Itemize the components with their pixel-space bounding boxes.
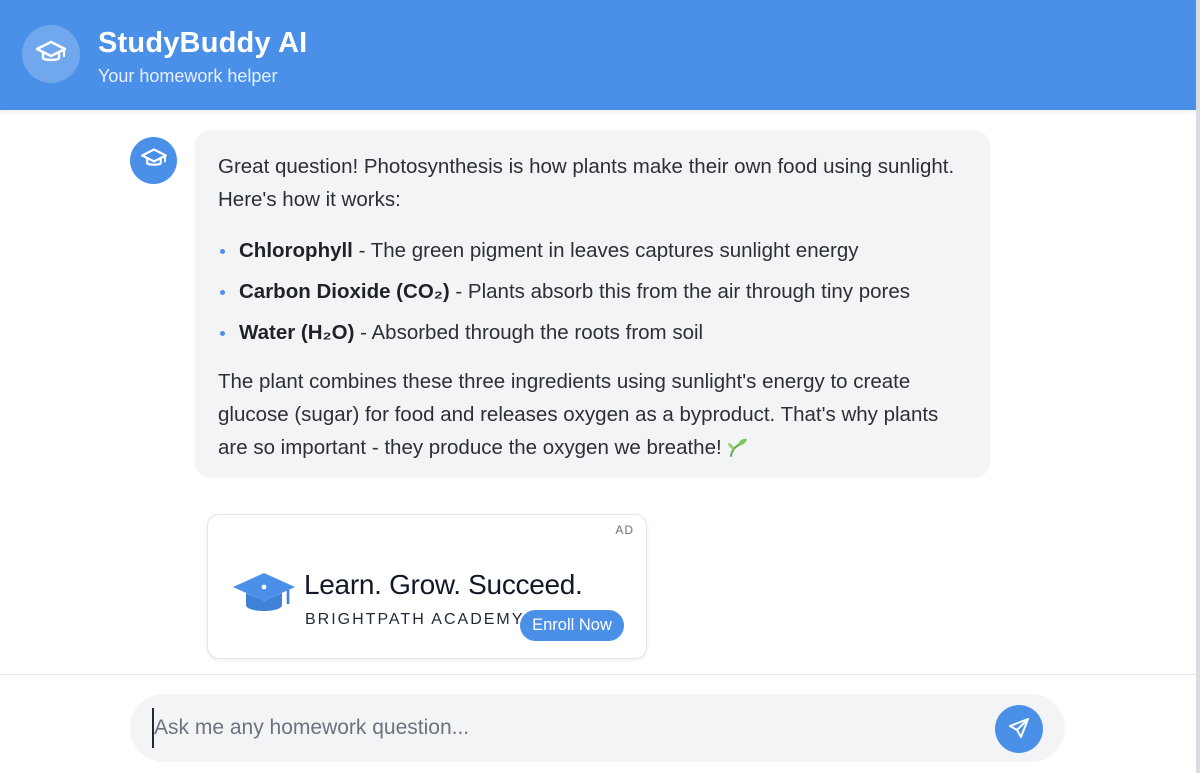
- app-subtitle: Your homework helper: [98, 66, 278, 86]
- list-item-desc: - The green pigment in leaves captures s…: [352, 239, 859, 262]
- header-logo: [22, 25, 80, 83]
- bot-message-bubble: Great question! Photosynthesis is how pl…: [195, 130, 990, 478]
- ad-brand: BRIGHTPATH ACADEMY: [305, 611, 525, 628]
- graduation-cap-icon: [232, 571, 296, 624]
- graduation-cap-icon: [140, 147, 168, 174]
- list-item: Chlorophyll - The green pigment in leave…: [218, 230, 966, 271]
- message-conclusion: The plant combines these three ingredien…: [218, 365, 966, 467]
- send-button[interactable]: [995, 705, 1043, 753]
- ad-headline: Learn. Grow. Succeed.: [304, 569, 583, 600]
- list-item-desc: - Plants absorb this from the air throug…: [449, 280, 911, 303]
- composer-bar: [0, 674, 1196, 773]
- list-item-desc: - Absorbed through the roots from soil: [354, 321, 704, 344]
- ad-card[interactable]: AD Learn. Grow. Succeed. BRIGHTPATH ACAD…: [207, 514, 647, 659]
- chat-area[interactable]: Great question! Photosynthesis is how pl…: [0, 110, 1196, 674]
- composer[interactable]: [130, 694, 1065, 762]
- enroll-now-button[interactable]: Enroll Now: [520, 610, 624, 641]
- graduation-cap-icon: [35, 39, 67, 70]
- list-item-term: Chlorophyll: [239, 239, 353, 262]
- send-icon: [1007, 716, 1031, 743]
- message-intro: Great question! Photosynthesis is how pl…: [218, 155, 955, 211]
- app-title: StudyBuddy AI: [98, 27, 308, 59]
- list-item: Water (H₂O) - Absorbed through the roots…: [218, 312, 966, 353]
- message-list: Chlorophyll - The green pigment in leave…: [218, 230, 966, 353]
- conclusion-text: The plant combines these three ingredien…: [218, 370, 939, 459]
- seedling-icon: [726, 434, 748, 467]
- list-item: Carbon Dioxide (CO₂) - Plants absorb thi…: [218, 271, 966, 312]
- ad-label: AD: [615, 523, 634, 537]
- bot-avatar: [130, 137, 177, 184]
- message-input[interactable]: [152, 708, 972, 748]
- app-header: StudyBuddy AI Your homework helper: [0, 0, 1196, 110]
- list-item-term: Carbon Dioxide (CO₂): [239, 280, 450, 303]
- list-item-term: Water (H₂O): [239, 321, 355, 344]
- chat-app: StudyBuddy AI Your homework helper Great…: [0, 0, 1200, 773]
